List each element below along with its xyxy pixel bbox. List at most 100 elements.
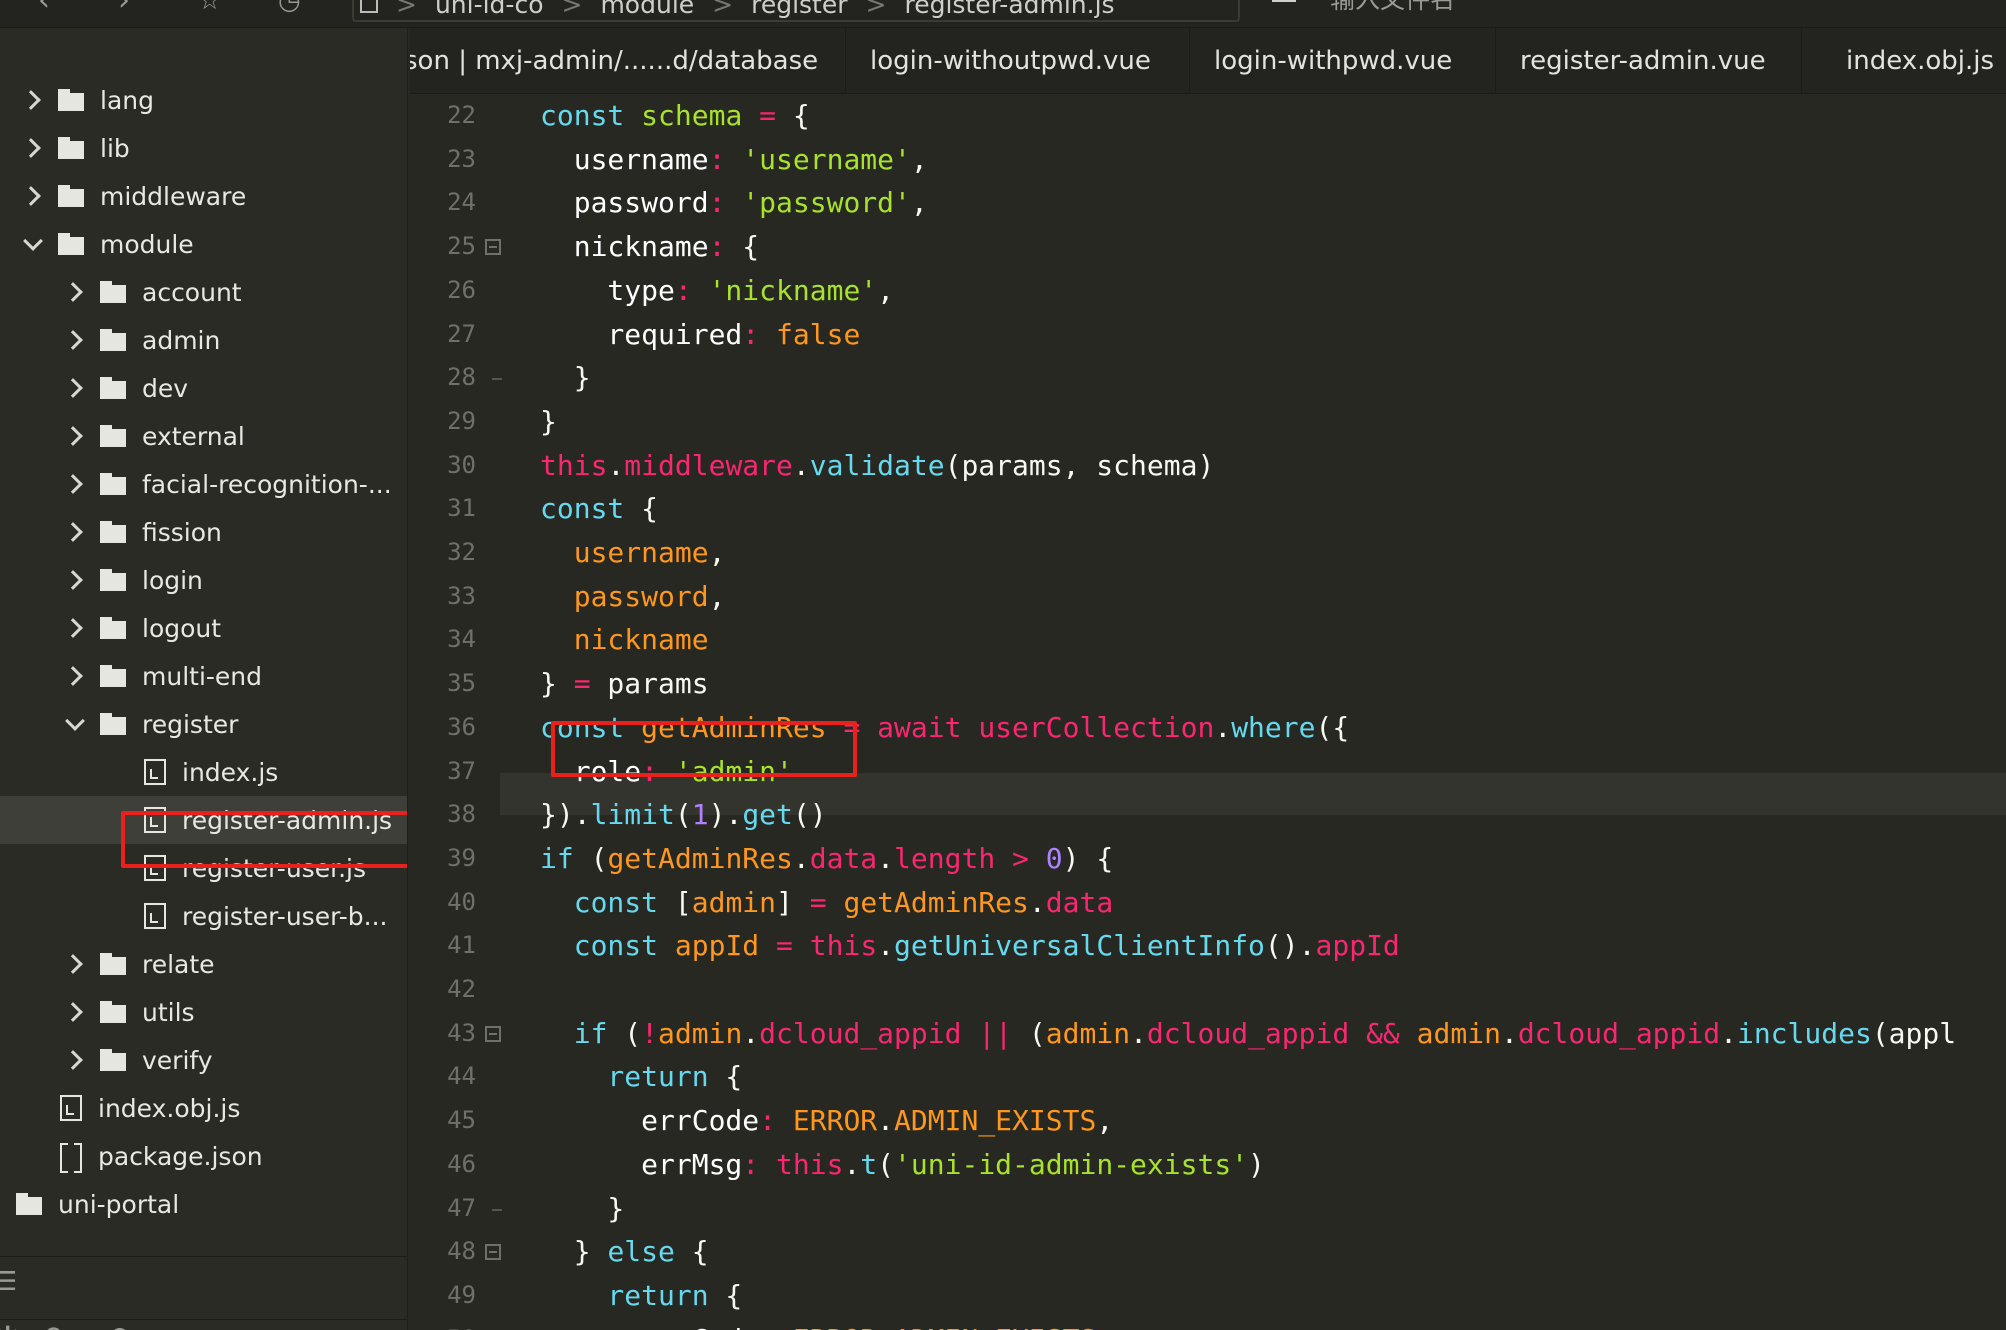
code-line[interactable]: } [540, 401, 557, 443]
fold-toggle-icon[interactable] [485, 239, 501, 256]
tree-item-lang[interactable]: lang [0, 76, 407, 124]
tree-item-lib[interactable]: lib [0, 124, 407, 172]
chevron-right-icon[interactable] [64, 556, 86, 604]
chevron-right-icon[interactable] [64, 988, 86, 1036]
line-number: 23 [447, 144, 476, 173]
back-arrow-icon[interactable]: ‹ [38, 0, 50, 16]
tree-item-verify[interactable]: verify [0, 1036, 407, 1084]
code-line[interactable]: } else { [540, 1231, 709, 1273]
tree-item-index-js[interactable]: index.js [0, 748, 407, 796]
debug-icon[interactable]: ✲ [0, 1320, 19, 1330]
globe-icon[interactable]: ⊕ [108, 1320, 131, 1330]
file-search[interactable]: 输入文件名 [1260, 0, 2006, 22]
folder-icon [100, 1001, 128, 1023]
tree-item-facial-recognition[interactable]: facial-recognition-... [0, 460, 407, 508]
code-line[interactable]: } = params [540, 663, 709, 705]
chevron-right-icon[interactable] [64, 940, 86, 988]
code-line[interactable]: password, [540, 576, 726, 618]
tree-item-package-json[interactable]: package.json [0, 1132, 407, 1180]
tab-login-withpwd[interactable]: login-withpwd.vue [1190, 28, 1496, 93]
breadcrumb-item[interactable]: uni-id-co [435, 0, 544, 19]
code-line[interactable]: const appId = this.getUniversalClientInf… [540, 925, 1400, 967]
code-token: . [742, 1016, 760, 1050]
chevron-right-icon[interactable] [64, 508, 86, 556]
breadcrumb-item[interactable]: register [751, 0, 847, 19]
sync-icon[interactable]: ⟳ [44, 1320, 67, 1330]
code-line[interactable]: this.middleware.validate(params, schema) [540, 445, 1214, 487]
tree-item-account[interactable]: account [0, 268, 407, 316]
folder-icon [16, 1193, 44, 1215]
tree-item-utils[interactable]: utils [0, 988, 407, 1036]
code-line[interactable]: nickname [540, 619, 709, 661]
code-line[interactable]: }).limit(1).get() [540, 794, 827, 836]
code-line[interactable]: username: 'username', [540, 139, 928, 181]
tab-register-admin-vue[interactable]: register-admin.vue [1496, 28, 1802, 93]
code-line[interactable]: if (!admin.dcloud_appid || (admin.dcloud… [540, 1013, 1956, 1055]
code-line[interactable]: errCode: ERROR.ADMIN_EXISTS, [540, 1100, 1113, 1142]
tree-item-relate[interactable]: relate [0, 940, 407, 988]
tab-label: son | mxj-admin/......d/database [410, 46, 819, 76]
chevron-right-icon[interactable] [22, 124, 44, 172]
code-line[interactable]: } [540, 1188, 624, 1230]
code-token: getUniversalClientInfo [894, 929, 1265, 963]
chevron-right-icon[interactable] [64, 460, 86, 508]
tree-item-uni-portal[interactable]: uni-portal [0, 1180, 407, 1228]
chevron-right-icon[interactable] [22, 76, 44, 124]
list-icon[interactable]: ☰ [0, 1267, 17, 1297]
tab-login-withoutpwd[interactable]: login-withoutpwd.vue [846, 28, 1190, 93]
history-icon[interactable]: ◷ [278, 0, 301, 16]
code-token: . [1214, 710, 1232, 744]
tree-item-dev[interactable]: dev [0, 364, 407, 412]
tab-index-obj[interactable]: index.obj.js [1802, 28, 2006, 93]
forward-arrow-icon[interactable]: › [118, 0, 130, 16]
code-line[interactable]: const [admin] = getAdminRes.data [540, 882, 1114, 924]
code-token: dcloud_appid [759, 1016, 962, 1050]
code-line[interactable]: required: false [540, 314, 860, 356]
star-icon[interactable]: ☆ [198, 0, 221, 16]
code-token: , [708, 579, 726, 613]
tree-item-fission[interactable]: fission [0, 508, 407, 556]
code-line[interactable]: return { [540, 1056, 742, 1098]
code-line[interactable]: password: 'password', [540, 182, 928, 224]
tree-item-admin[interactable]: admin [0, 316, 407, 364]
chevron-right-icon[interactable] [64, 412, 86, 460]
chevron-right-icon[interactable] [64, 1036, 86, 1084]
file-search-placeholder: 输入文件名 [1330, 0, 1455, 16]
tree-item-module[interactable]: module [0, 220, 407, 268]
code-line[interactable]: } [540, 357, 591, 399]
code-line[interactable]: const schema = { [540, 95, 810, 137]
code-line[interactable]: const { [540, 488, 658, 530]
chevron-right-icon[interactable] [64, 268, 86, 316]
chevron-right-icon[interactable] [22, 172, 44, 220]
chevron-down-icon[interactable] [64, 700, 86, 748]
chevron-right-icon[interactable] [64, 364, 86, 412]
code-line[interactable]: nickname: { [540, 226, 759, 268]
fold-toggle-icon[interactable] [485, 1244, 501, 1261]
tree-item-multi-end[interactable]: multi-end [0, 652, 407, 700]
json-file-icon [60, 1143, 82, 1173]
tree-item-logout[interactable]: logout [0, 604, 407, 652]
chevron-right-icon[interactable] [64, 604, 86, 652]
tree-item-middleware[interactable]: middleware [0, 172, 407, 220]
tree-item-login[interactable]: login [0, 556, 407, 604]
chevron-right-icon[interactable] [64, 652, 86, 700]
code-editor[interactable]: 22 const schema = {23 username: 'username… [410, 95, 2006, 1330]
tree-item-index-obj-js[interactable]: index.obj.js [0, 1084, 407, 1132]
chevron-down-icon[interactable] [22, 220, 44, 268]
tree-item-register[interactable]: register [0, 700, 407, 748]
tree-item-label: module [100, 229, 194, 259]
code-line[interactable]: username, [540, 532, 726, 574]
breadcrumb-item[interactable]: register-admin.js [904, 0, 1114, 19]
fold-toggle-icon[interactable] [485, 1025, 501, 1042]
chevron-right-icon[interactable] [64, 316, 86, 364]
code-line[interactable]: return { [540, 1275, 742, 1317]
tree-item-register-user-b[interactable]: register-user-b... [0, 892, 407, 940]
tab-database[interactable]: son | mxj-admin/......d/database [410, 28, 846, 93]
code-line[interactable]: errCode: ERROR.ADMIN_EXISTS, [540, 1319, 1113, 1330]
breadcrumb-item[interactable]: module [600, 0, 694, 19]
code-line[interactable]: errMsg: this.t('uni-id-admin-exists') [540, 1144, 1265, 1186]
tree-item-external[interactable]: external [0, 412, 407, 460]
code-line[interactable]: type: 'nickname', [540, 270, 894, 312]
code-line[interactable]: if (getAdminRes.data.length > 0) { [540, 838, 1113, 880]
line-number: 36 [447, 712, 476, 741]
